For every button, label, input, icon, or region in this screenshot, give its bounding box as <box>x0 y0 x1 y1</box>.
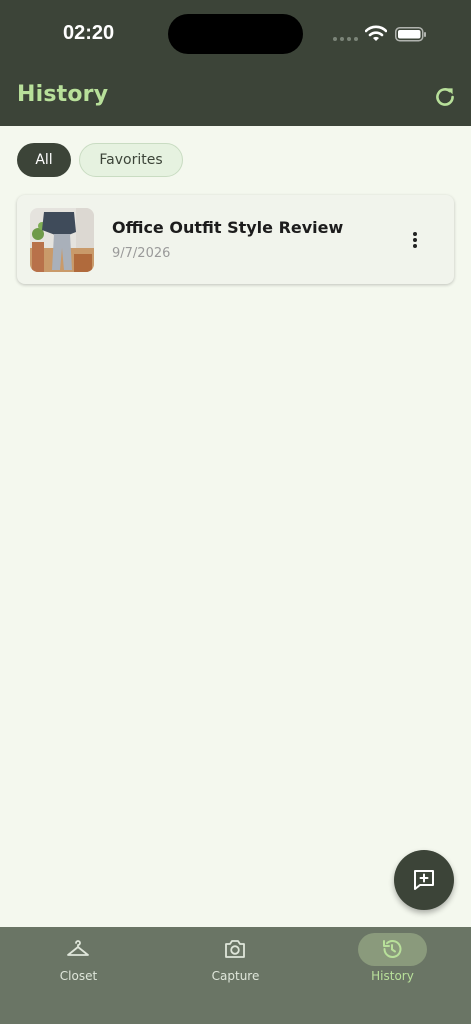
history-icon <box>383 940 402 958</box>
camera-icon <box>225 940 245 958</box>
signal-icon <box>333 37 358 41</box>
refresh-icon <box>436 88 454 106</box>
tab-closet[interactable]: Closet <box>0 927 157 1024</box>
more-vertical-icon <box>413 232 417 248</box>
history-item-title: Office Outfit Style Review <box>112 218 344 237</box>
history-card[interactable]: Office Outfit Style Review 9/7/2026 <box>17 195 454 284</box>
dynamic-island <box>168 14 303 54</box>
wifi-icon <box>365 25 387 41</box>
tab-closet-label: Closet <box>59 969 98 983</box>
filter-chip-favorites[interactable]: Favorites <box>79 143 183 177</box>
new-chat-button[interactable] <box>394 850 454 910</box>
more-options-button[interactable] <box>406 229 424 251</box>
add-comment-icon <box>414 870 434 890</box>
status-time: 02:20 <box>63 22 115 44</box>
page-title: History <box>17 82 109 107</box>
tab-history-label: History <box>371 969 414 983</box>
history-item-date: 9/7/2026 <box>112 246 171 261</box>
tab-capture-label: Capture <box>211 969 260 983</box>
refresh-button[interactable] <box>432 84 458 110</box>
tab-history[interactable]: History <box>314 927 471 1024</box>
hanger-icon <box>67 940 89 956</box>
outfit-thumbnail <box>30 208 94 272</box>
tab-capture[interactable]: Capture <box>157 927 314 1024</box>
app-header: 02:20 History <box>0 0 471 126</box>
filter-chip-all[interactable]: All <box>17 143 71 177</box>
bottom-tab-bar: Closet Capture History <box>0 927 471 1024</box>
battery-icon <box>395 27 426 42</box>
